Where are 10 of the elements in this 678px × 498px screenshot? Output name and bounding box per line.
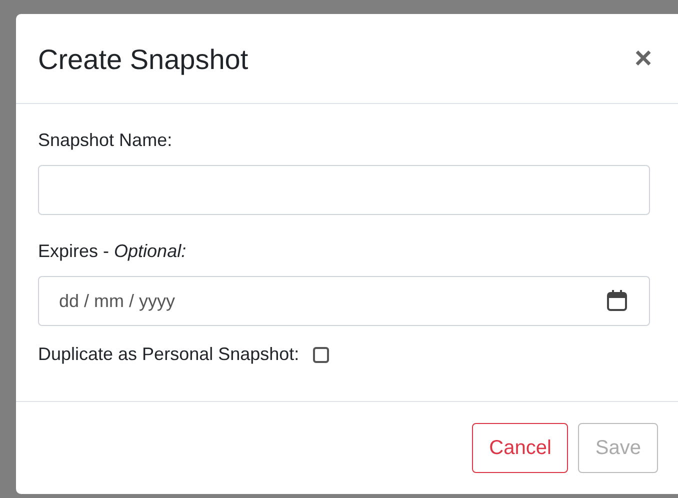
calendar-icon[interactable]: [606, 290, 628, 312]
checkbox[interactable]: [313, 346, 330, 362]
dialog-title: Create Snapshot: [38, 42, 248, 76]
close-button[interactable]: ×: [634, 44, 652, 74]
field-label: Snapshot Name:: [38, 130, 174, 151]
cancel-button[interactable]: Cancel: [472, 423, 568, 473]
date-field[interactable]: dd / mm / yyyy: [38, 276, 650, 326]
checkbox-label: Duplicate as Personal Snapshot:: [38, 344, 300, 365]
field-label: Expires - Optional:: [38, 241, 188, 262]
snapshot-name-field[interactable]: [38, 165, 650, 215]
